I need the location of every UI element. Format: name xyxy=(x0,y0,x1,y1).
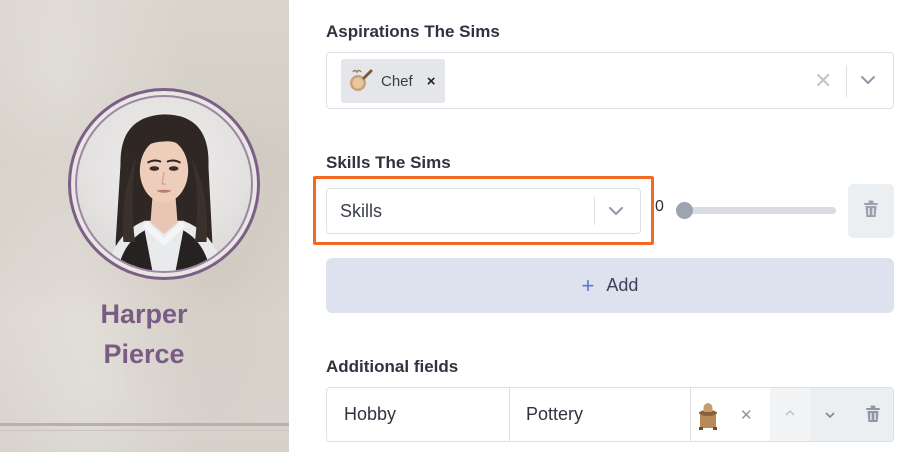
trash-icon xyxy=(866,405,880,422)
additional-field-row: Hobby Pottery ✕ xyxy=(326,387,894,442)
sim-portrait-image xyxy=(106,114,224,271)
profile-panel: Harper Pierce xyxy=(0,0,289,452)
clear-field-icon[interactable]: ✕ xyxy=(740,388,753,441)
skill-level-slider-thumb[interactable] xyxy=(676,202,693,219)
field-separator xyxy=(509,388,510,441)
chevron-down-icon[interactable] xyxy=(608,205,624,217)
field-key-value: Hobby xyxy=(344,404,397,424)
chevron-up-icon xyxy=(785,409,795,416)
avatar-portrait xyxy=(75,95,253,273)
add-button-label: Add xyxy=(606,275,639,295)
sim-form: Aspirations The Sims Chef × ✕ Skills The… xyxy=(313,0,894,452)
skills-select-value: Skills xyxy=(340,201,383,221)
field-key-input[interactable]: Hobby xyxy=(344,388,396,441)
aspirations-label: Aspirations The Sims xyxy=(326,22,500,41)
sim-name: Harper Pierce xyxy=(100,299,188,369)
trash-icon xyxy=(863,200,879,223)
skills-label: Skills The Sims xyxy=(326,153,451,172)
clear-selection-icon[interactable]: ✕ xyxy=(814,67,832,95)
delete-skill-button[interactable] xyxy=(848,184,894,238)
delete-field-button[interactable] xyxy=(850,388,893,441)
field-value-value: Pottery xyxy=(526,404,584,424)
aspiration-chip: Chef × xyxy=(341,59,445,103)
panel-divider xyxy=(0,423,289,426)
skill-level-slider-track[interactable] xyxy=(682,207,836,214)
additional-fields-label: Additional fields xyxy=(326,357,459,376)
chevron-down-icon[interactable] xyxy=(860,74,876,86)
pottery-wheel-icon xyxy=(696,388,720,441)
move-down-button[interactable] xyxy=(810,388,850,441)
avatar xyxy=(68,88,260,280)
chip-remove-button[interactable]: × xyxy=(427,73,436,90)
select-divider xyxy=(846,65,847,97)
field-value-input[interactable]: Pottery xyxy=(526,388,583,441)
field-separator xyxy=(690,388,691,441)
chef-pan-icon xyxy=(347,68,373,94)
skill-level-value: 0 xyxy=(655,198,664,215)
select-divider xyxy=(594,197,595,225)
move-up-button[interactable] xyxy=(770,388,810,441)
aspiration-chip-label: Chef xyxy=(381,72,413,90)
plus-icon: + xyxy=(581,272,595,298)
add-skill-button[interactable]: + Add xyxy=(326,258,894,313)
skills-select[interactable]: Skills xyxy=(326,188,641,234)
panel-divider-thin xyxy=(0,430,289,431)
aspirations-multiselect[interactable]: Chef × ✕ xyxy=(326,52,894,109)
chevron-down-icon xyxy=(825,412,835,419)
